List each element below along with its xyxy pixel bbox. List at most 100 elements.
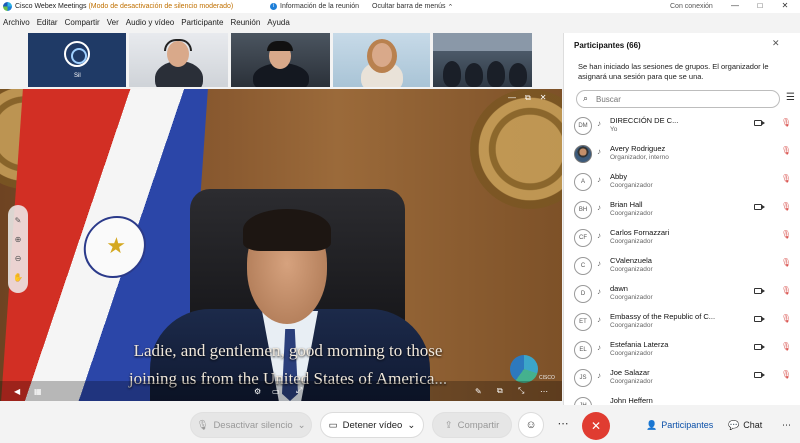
unmute-label: Desactivar silencio bbox=[213, 419, 293, 431]
menu-participante[interactable]: Participante bbox=[181, 18, 223, 27]
meeting-info-label: Información de la reunión bbox=[280, 3, 359, 10]
audio-icon: ♪ bbox=[597, 147, 601, 156]
participant-row[interactable]: CF ♪ Carlos Fornazzari Coorganizador 🎙 bbox=[564, 225, 800, 253]
close-video-icon[interactable]: ✕ bbox=[540, 93, 547, 103]
participant-row[interactable]: BH ♪ Brian Hall Coorganizador 🎙 bbox=[564, 197, 800, 225]
search-icon: ⌕ bbox=[583, 93, 589, 103]
close-icon: ✕ bbox=[590, 419, 602, 433]
title-bar: Cisco Webex Meetings (Modo de desactivac… bbox=[0, 0, 800, 13]
minimize-video-icon[interactable]: — bbox=[508, 93, 516, 103]
share-button[interactable]: ⇪ Compartir bbox=[432, 412, 512, 438]
hide-menu-label: Ocultar barra de menús bbox=[372, 3, 446, 10]
app-title: Cisco Webex Meetings bbox=[15, 3, 87, 10]
more-icon: ⋯ bbox=[557, 418, 569, 430]
participants-tab[interactable]: 👤 Participantes bbox=[646, 414, 713, 436]
muted-mic-icon[interactable]: 🎙 bbox=[781, 286, 791, 295]
participant-row[interactable]: ET ♪ Embassy of the Republic of C... Coo… bbox=[564, 309, 800, 337]
participant-name: Joe Salazar bbox=[610, 368, 650, 377]
zoom-in-icon[interactable]: ⊕ bbox=[15, 235, 22, 244]
muted-mic-icon[interactable]: 🎙 bbox=[781, 342, 791, 351]
muted-mic-icon[interactable]: 🎙 bbox=[781, 314, 791, 323]
chat-tab[interactable]: 💬 Chat bbox=[728, 414, 762, 436]
video-bottom-toolbar: ◀ ▦ ⚙ ▭ ⤢ ✎ ⧉ ⤡ ⋯ bbox=[0, 381, 562, 401]
thumbnail-participant-5[interactable] bbox=[433, 33, 532, 87]
unmute-button[interactable]: 🎙 Desactivar silencio ⌄ bbox=[190, 412, 312, 438]
muted-mic-icon[interactable]: 🎙 bbox=[781, 118, 791, 127]
participant-body bbox=[509, 63, 527, 87]
muted-mic-icon[interactable]: 🎙 bbox=[781, 230, 791, 239]
audio-icon: ♪ bbox=[597, 119, 601, 128]
muted-mic-icon[interactable]: 🎙 bbox=[781, 174, 791, 183]
main-video[interactable]: ★ Ladie, and gentlemen, good morning to … bbox=[0, 89, 562, 401]
thumbnail-audio-only[interactable]: Sil bbox=[28, 33, 126, 87]
participant-name: Carlos Fornazzari bbox=[610, 228, 670, 237]
menu-ayuda[interactable]: Ayuda bbox=[267, 18, 290, 27]
pen-icon[interactable]: ✎ bbox=[15, 216, 22, 225]
menu-audio-video[interactable]: Audio y vídeo bbox=[126, 18, 174, 27]
participant-row[interactable]: C ♪ CValenzuela Coorganizador 🎙 bbox=[564, 253, 800, 281]
leave-meeting-button[interactable]: ✕ bbox=[582, 412, 610, 440]
participant-name: Brian Hall bbox=[610, 200, 643, 209]
menu-reunion[interactable]: Reunión bbox=[230, 18, 260, 27]
menu-editar[interactable]: Editar bbox=[37, 18, 58, 27]
participant-search-input[interactable] bbox=[596, 93, 766, 106]
menu-compartir[interactable]: Compartir bbox=[65, 18, 100, 27]
more-panels-button[interactable]: ⋯ bbox=[782, 414, 791, 436]
muted-mic-icon[interactable]: 🎙 bbox=[781, 202, 791, 211]
fullscreen-icon[interactable]: ⤢ bbox=[296, 386, 302, 396]
participant-search-box[interactable]: ⌕ bbox=[576, 90, 780, 108]
maximize-button[interactable]: □ bbox=[750, 0, 770, 13]
more-icon[interactable]: ⋯ bbox=[540, 387, 548, 396]
muted-mic-icon[interactable]: 🎙 bbox=[781, 370, 791, 379]
layout-icon[interactable]: ▭ bbox=[272, 387, 280, 396]
participant-name: CValenzuela bbox=[610, 256, 652, 265]
participant-role: Organizador, interno bbox=[610, 154, 669, 161]
menu-archivo[interactable]: Archivo bbox=[3, 18, 30, 27]
participant-row[interactable]: DM ♪ DIRECCIÓN DE C... Yo 🎙 bbox=[564, 113, 800, 141]
audio-icon: ♪ bbox=[597, 203, 601, 212]
chevron-up-icon: ⌃ bbox=[447, 3, 454, 11]
reactions-button[interactable]: ☺ bbox=[518, 412, 544, 438]
participant-row[interactable]: JS ♪ Joe Salazar Coorganizador 🎙 bbox=[564, 365, 800, 393]
participant-role: Yo bbox=[610, 126, 618, 133]
muted-mic-icon[interactable]: 🎙 bbox=[781, 258, 791, 267]
participant-row[interactable]: D ♪ dawn Coorganizador 🎙 bbox=[564, 281, 800, 309]
settings-icon[interactable]: ⚙ bbox=[254, 387, 261, 396]
annotation-toolbar: ✎ ⊕ ⊖ ✋ bbox=[8, 205, 28, 293]
sort-list-icon[interactable]: ☰ bbox=[786, 92, 795, 103]
meeting-controls-bar: 🎙 Desactivar silencio ⌄ ▭ Detener vídeo … bbox=[0, 405, 800, 443]
participants-panel: Participantes (66) ✕ Se han iniciado las… bbox=[563, 33, 800, 409]
close-button[interactable]: ✕ bbox=[775, 0, 795, 13]
participant-name: Abby bbox=[610, 172, 628, 181]
muted-mic-icon[interactable]: 🎙 bbox=[781, 146, 791, 155]
participant-row[interactable]: EL ♪ Estefania Laterza Coorganizador 🎙 bbox=[564, 337, 800, 365]
zoom-out-icon[interactable]: ⊖ bbox=[15, 254, 22, 263]
minimize-button[interactable]: — bbox=[725, 0, 745, 13]
menu-ver[interactable]: Ver bbox=[107, 18, 119, 27]
thumbnail-participant-3[interactable] bbox=[231, 33, 330, 87]
audio-icon: ♪ bbox=[597, 343, 601, 352]
connection-status: Con conexión bbox=[670, 3, 713, 10]
thumbnail-participant-2[interactable] bbox=[129, 33, 228, 87]
participants-tab-label: Participantes bbox=[661, 420, 714, 430]
thumbnail-participant-4[interactable] bbox=[333, 33, 430, 87]
volume-icon[interactable]: ◀ bbox=[14, 387, 20, 396]
popout-icon[interactable]: ⧉ bbox=[525, 93, 531, 103]
hide-menu-bar-button[interactable]: Ocultar barra de menús ⌃ bbox=[372, 3, 453, 11]
grid-icon[interactable]: ▦ bbox=[34, 387, 42, 396]
meeting-info-button[interactable]: i Información de la reunión bbox=[270, 3, 359, 10]
stop-video-button[interactable]: ▭ Detener vídeo ⌄ bbox=[320, 412, 424, 438]
panel-close-icon[interactable]: ✕ bbox=[772, 38, 780, 49]
video-camera-icon: ▭ bbox=[328, 419, 338, 431]
more-options-button[interactable]: ⋯ bbox=[550, 412, 576, 438]
camera-icon bbox=[754, 316, 765, 322]
edit-icon[interactable]: ✎ bbox=[475, 387, 482, 396]
pip-icon[interactable]: ⧉ bbox=[497, 386, 503, 396]
hand-icon[interactable]: ✋ bbox=[13, 273, 23, 282]
participant-row[interactable]: A ♪ Abby Coorganizador 🎙 bbox=[564, 169, 800, 197]
avatar: C bbox=[574, 257, 592, 275]
camera-icon bbox=[754, 288, 765, 294]
participant-row[interactable]: ♪ Avery Rodriguez Organizador, interno 🎙 bbox=[564, 141, 800, 169]
audio-icon: ♪ bbox=[597, 287, 601, 296]
expand-icon[interactable]: ⤡ bbox=[518, 386, 524, 396]
